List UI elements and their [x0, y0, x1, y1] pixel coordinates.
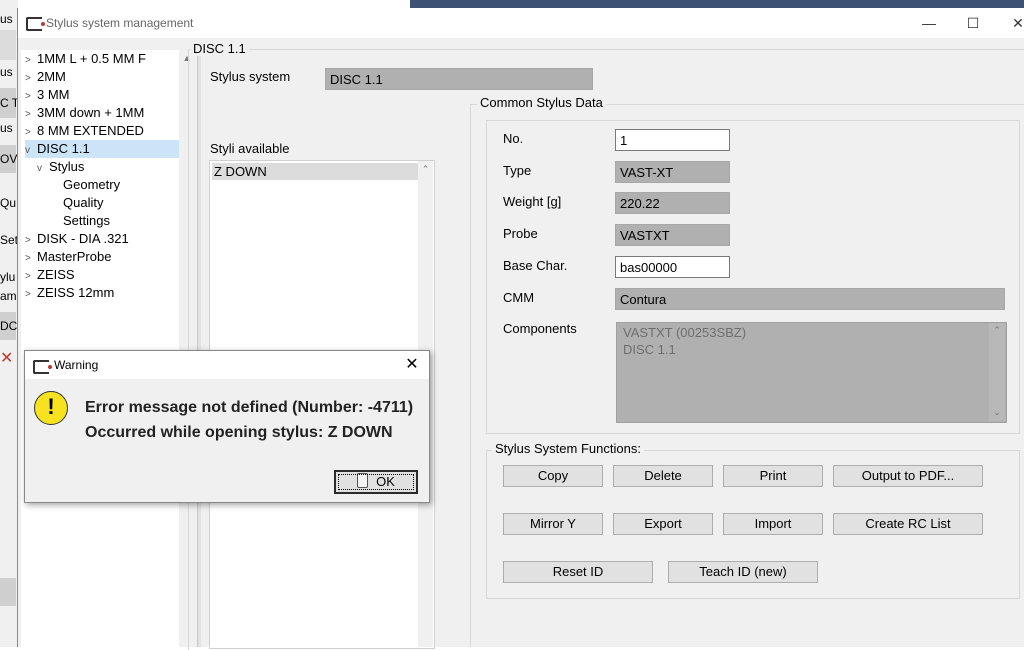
background-text: Set	[0, 233, 19, 247]
scroll-up-icon[interactable]: ⌃	[989, 325, 1005, 336]
mirror-y-button[interactable]: Mirror Y	[503, 513, 603, 535]
focus-rect	[338, 474, 414, 490]
weight-field: 220.22	[615, 192, 730, 214]
background-text: us	[0, 12, 13, 26]
delete-button[interactable]: Delete	[613, 465, 713, 487]
background-text: ylu	[0, 270, 16, 284]
no-field[interactable]: 1	[615, 129, 730, 151]
base-char-label: Base Char.	[503, 258, 568, 273]
background-text: DC	[0, 319, 18, 333]
print-button[interactable]: Print	[723, 465, 823, 487]
type-field: VAST-XT	[615, 161, 730, 183]
scroll-down-icon[interactable]: ⌄	[989, 407, 1005, 418]
tree-item[interactable]: Settings	[63, 212, 173, 230]
styli-available-label: Styli available	[210, 141, 290, 156]
components-scrollbar[interactable]: ⌃ ⌄	[989, 323, 1005, 421]
tree-item[interactable]: >2MM	[25, 68, 175, 86]
tree-item[interactable]: v Stylus	[37, 158, 177, 176]
background-text: Qu	[0, 196, 17, 210]
app-icon	[26, 17, 45, 31]
common-data-left-line	[470, 104, 472, 647]
window-title: Stylus system management	[46, 16, 194, 30]
close-button[interactable]: ✕	[1003, 12, 1024, 34]
stylus-system-field: DISC 1.1	[325, 68, 593, 90]
chevron-down-icon: v	[37, 163, 42, 174]
background-text: OV	[0, 152, 18, 166]
chevron-down-icon: v	[25, 145, 30, 156]
export-button[interactable]: Export	[613, 513, 713, 535]
background-text: us	[0, 65, 13, 79]
close-icon[interactable]: ✕	[401, 354, 423, 376]
warning-message-line1: Error message not defined (Number: -4711…	[85, 399, 414, 416]
tree-item[interactable]: > MasterProbe	[25, 248, 175, 266]
background-app-window: us us C T us OV Qu Set ylu am DC ✕	[0, 0, 19, 647]
scroll-up-icon[interactable]: ⌃	[418, 164, 433, 175]
import-button[interactable]: Import	[723, 513, 823, 535]
common-data-title: Common Stylus Data	[477, 95, 606, 110]
tree-item-selected[interactable]: v DISC 1.1	[25, 140, 179, 158]
tree-item[interactable]: Geometry	[63, 176, 173, 194]
create-rc-list-button[interactable]: Create RC List	[833, 513, 983, 535]
cmm-label: CMM	[503, 290, 535, 305]
no-label: No.	[503, 131, 524, 146]
copy-button[interactable]: Copy	[503, 465, 603, 487]
type-label: Type	[503, 163, 532, 178]
exclamation-warning-icon: !	[34, 391, 68, 425]
cmm-field: Contura	[615, 288, 1005, 310]
window-titlebar[interactable]: Stylus system management — ☐ ✕	[18, 8, 1024, 38]
tree-item[interactable]: Quality	[63, 194, 173, 212]
chevron-right-icon: >	[25, 289, 31, 300]
ok-button[interactable]: OK	[334, 470, 418, 494]
output-pdf-button[interactable]: Output to PDF...	[833, 465, 983, 487]
warning-message-line2: Occurred while opening stylus: Z DOWN	[85, 424, 393, 441]
functions-title: Stylus System Functions:	[492, 441, 644, 456]
warning-title: Warning	[54, 358, 99, 372]
base-char-field[interactable]: bas00000	[615, 256, 730, 278]
list-item[interactable]: Z DOWN	[212, 163, 420, 180]
weight-label: Weight [g]	[503, 194, 562, 209]
warning-titlebar[interactable]: Warning ✕	[25, 351, 429, 379]
tree-item[interactable]: >1MM L + 0.5 MM F	[25, 50, 175, 68]
probe-field: VASTXT	[615, 224, 730, 246]
tree-item[interactable]: > ZEISS 12mm	[25, 284, 175, 302]
teach-id-button[interactable]: Teach ID (new)	[668, 561, 818, 583]
reset-id-button[interactable]: Reset ID	[503, 561, 653, 583]
app-icon	[33, 360, 52, 374]
tree-item[interactable]: >3 MM	[25, 86, 175, 104]
component-item: DISC 1.1	[623, 342, 676, 357]
component-item: VASTXT (00253SBZ)	[623, 325, 747, 340]
tree-item[interactable]: > DISK - DIA .321	[25, 230, 175, 248]
background-text: us	[0, 121, 13, 135]
tree-item[interactable]: >8 MM EXTENDED	[25, 122, 175, 140]
minimize-button[interactable]: —	[914, 12, 944, 34]
stylus-system-label: Stylus system	[210, 69, 291, 84]
tree-item[interactable]: >3MM down + 1MM	[25, 104, 175, 122]
background-button	[0, 30, 16, 60]
components-label: Components	[503, 321, 577, 336]
background-field	[0, 578, 16, 606]
probe-label: Probe	[503, 226, 538, 241]
stylus-tree: >1MM L + 0.5 MM F >2MM >3 MM >3MM down +…	[21, 50, 179, 647]
components-list: VASTXT (00253SBZ) DISC 1.1 ⌃ ⌄	[616, 322, 1007, 423]
group-title: DISC 1.1	[190, 41, 249, 56]
maximize-button[interactable]: ☐	[958, 12, 988, 34]
background-text: am	[0, 289, 17, 303]
warning-dialog: Warning ✕ ! Error message not defined (N…	[24, 350, 430, 503]
tree-item[interactable]: > ZEISS	[25, 266, 175, 284]
error-x-icon: ✕	[0, 350, 14, 367]
